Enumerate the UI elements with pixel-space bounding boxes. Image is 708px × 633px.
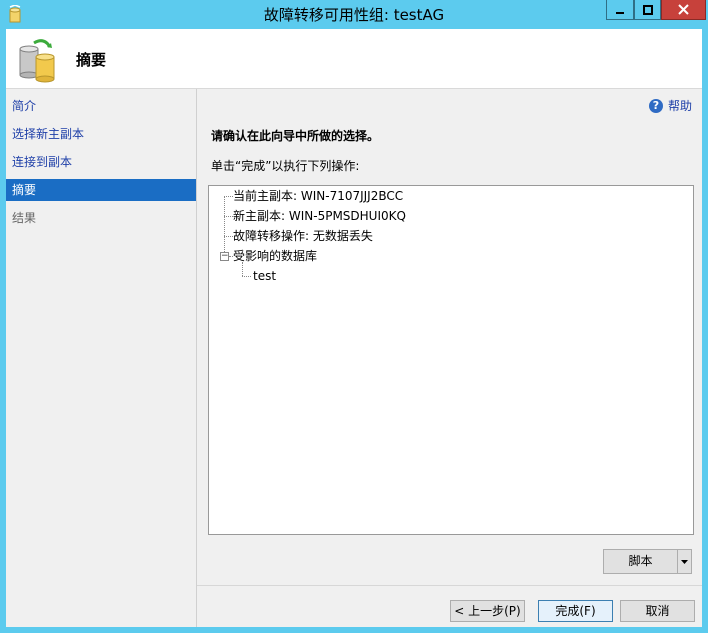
- close-icon: [678, 4, 689, 15]
- tree-branch-line: [224, 236, 233, 237]
- collapse-icon[interactable]: −: [220, 252, 229, 261]
- tree-item-failover-action[interactable]: 故障转移操作: 无数据丢失: [233, 226, 373, 246]
- tree-item-new-primary[interactable]: 新主副本: WIN-5PMSDHUI0KQ: [233, 206, 406, 226]
- footer-divider: [197, 585, 702, 586]
- nav-item-select-primary[interactable]: 选择新主副本: [6, 123, 196, 145]
- summary-tree[interactable]: 当前主副本: WIN-7107JJJ2BCC 新主副本: WIN-5PMSDHU…: [208, 185, 694, 535]
- confirm-text: 请确认在此向导中所做的选择。: [211, 129, 380, 143]
- maximize-icon: [642, 4, 653, 15]
- tree-item-affected-databases[interactable]: 受影响的数据库: [233, 246, 317, 266]
- script-button-label: 脚本: [628, 554, 653, 568]
- help-label: 帮助: [667, 99, 692, 113]
- tree-item-database[interactable]: test: [253, 266, 276, 286]
- cancel-button[interactable]: 取消: [620, 600, 695, 622]
- close-button[interactable]: [661, 0, 706, 20]
- chevron-down-icon: [681, 559, 688, 564]
- wizard-nav: 简介 选择新主副本 连接到副本 摘要 结果: [6, 89, 197, 627]
- finish-button[interactable]: 完成(F): [538, 600, 613, 622]
- tree-item-current-primary[interactable]: 当前主副本: WIN-7107JJJ2BCC: [233, 186, 403, 206]
- nav-item-intro[interactable]: 简介: [6, 95, 196, 117]
- tree-branch-line: [224, 196, 233, 197]
- title-bar[interactable]: 故障转移可用性组: testAG: [0, 0, 708, 28]
- minimize-icon: [616, 11, 624, 14]
- wizard-window: 故障转移可用性组: testAG 摘要 简介 选择新主副本 连接到副本 摘要 结…: [0, 0, 708, 633]
- database-failover-icon: [19, 39, 55, 83]
- main-panel: ? 帮助 请确认在此向导中所做的选择。 单击“完成”以执行下列操作: 当前主副本…: [197, 89, 702, 627]
- page-title: 摘要: [76, 51, 107, 69]
- instruction-text: 单击“完成”以执行下列操作:: [211, 159, 360, 173]
- nav-item-connect-replica[interactable]: 连接到副本: [6, 151, 196, 173]
- tree-guide-line: [242, 262, 243, 276]
- wizard-header: 摘要: [6, 29, 702, 89]
- dropdown-arrow-icon[interactable]: [677, 550, 691, 573]
- previous-button[interactable]: < 上一步(P): [450, 600, 525, 622]
- maximize-button[interactable]: [634, 0, 661, 20]
- nav-item-summary[interactable]: 摘要: [6, 179, 196, 201]
- script-button[interactable]: 脚本: [603, 549, 692, 574]
- nav-item-results: 结果: [12, 211, 37, 225]
- help-icon: ?: [648, 98, 663, 113]
- window-title: 故障转移可用性组: testAG: [263, 6, 445, 24]
- minimize-button[interactable]: [606, 0, 634, 20]
- wizard-client: 摘要 简介 选择新主副本 连接到副本 摘要 结果 ? 帮助 请确认在此向导中所做…: [6, 29, 702, 627]
- tree-guide-line: [224, 196, 225, 258]
- tree-branch-line: [224, 216, 233, 217]
- tree-branch-line: [242, 276, 251, 277]
- help-link[interactable]: ? 帮助: [648, 97, 692, 114]
